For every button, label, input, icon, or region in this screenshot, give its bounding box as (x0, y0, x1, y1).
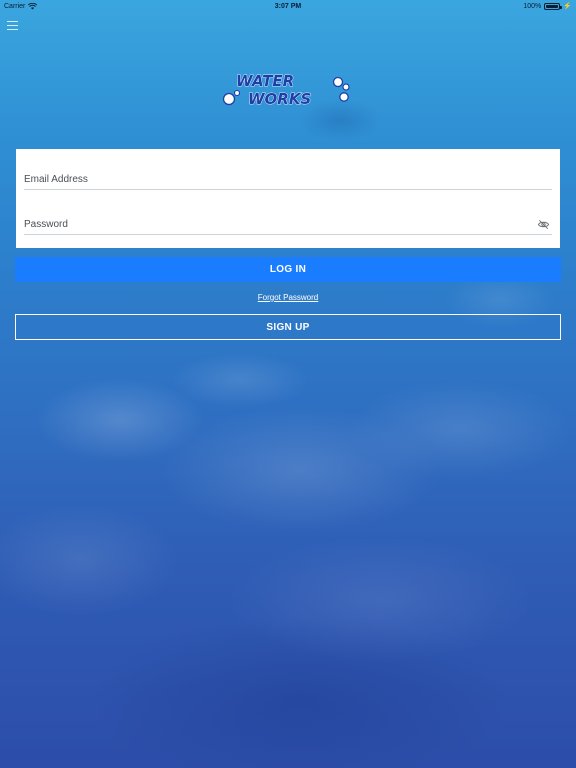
battery-icon (544, 2, 563, 10)
login-button[interactable]: LOG IN (15, 257, 561, 282)
logo-line1: WATER (236, 72, 294, 90)
menu-line (7, 25, 18, 26)
battery-fill (546, 4, 559, 8)
password-field[interactable] (24, 215, 552, 234)
hamburger-menu-icon[interactable] (7, 21, 18, 30)
menu-line (7, 21, 18, 22)
signup-button[interactable]: SIGN UP (15, 314, 561, 340)
status-bar: Carrier 3:07 PM 100% ⚡ (0, 0, 576, 12)
forgot-password-link[interactable]: Forgot Password (0, 293, 576, 302)
login-form (16, 149, 560, 248)
water-works-logo: WATER WORKS (222, 72, 350, 108)
menu-line (7, 29, 18, 30)
password-field-container (24, 215, 552, 235)
logo-line2: WORKS (248, 90, 311, 108)
email-field[interactable] (24, 170, 552, 189)
clock: 3:07 PM (274, 2, 302, 10)
water-background (0, 0, 576, 768)
email-field-container (24, 170, 552, 190)
eye-slash-icon[interactable] (537, 218, 550, 231)
